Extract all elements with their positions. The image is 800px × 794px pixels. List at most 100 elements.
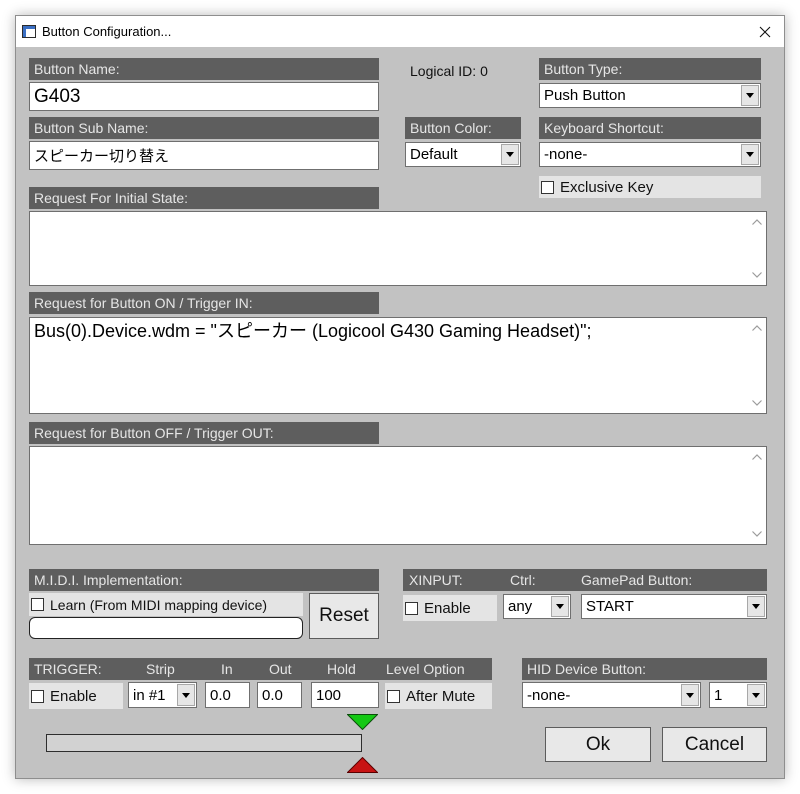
xinput-gamepad-label: GamePad Button: <box>581 572 693 588</box>
trigger-in-label: In <box>221 661 233 677</box>
chevron-down-icon <box>182 692 190 698</box>
trigger-label: TRIGGER: <box>34 661 102 677</box>
xinput-enable-label: Enable <box>424 599 471 617</box>
window-title: Button Configuration... <box>42 24 172 39</box>
logical-id-label: Logical ID: <box>410 63 477 79</box>
midi-mapping-field[interactable] <box>29 617 303 639</box>
button-sub-name-label: Button Sub Name: <box>29 117 379 139</box>
button-type-value: Push Button <box>544 87 626 104</box>
scroll-down-icon[interactable] <box>752 272 762 278</box>
scroll-up-icon[interactable] <box>752 454 762 460</box>
xinput-enable-checkbox[interactable] <box>405 601 418 615</box>
scroll-up-icon[interactable] <box>752 325 762 331</box>
xinput-ctrl-select[interactable]: any <box>503 594 571 619</box>
xinput-ctrl-dropdown-button[interactable] <box>551 596 569 617</box>
trigger-out-marker[interactable] <box>347 757 378 773</box>
trigger-out-input[interactable] <box>257 682 302 708</box>
button-color-value: Default <box>410 146 458 163</box>
request-on-textarea[interactable]: Bus(0).Device.wdm = "スピーカー (Logicool G43… <box>30 318 748 413</box>
trigger-enable-option[interactable]: Enable <box>29 683 123 709</box>
hid-device-select[interactable]: -none- <box>522 682 701 708</box>
trigger-strip-dropdown-button[interactable] <box>177 684 195 706</box>
trigger-enable-checkbox[interactable] <box>31 689 44 703</box>
request-initial-state-editor <box>29 211 767 286</box>
midi-learn-label: Learn (From MIDI mapping device) <box>50 596 268 613</box>
close-icon <box>759 26 771 37</box>
trigger-strip-label: Strip <box>146 661 175 677</box>
request-on-label: Request for Button ON / Trigger IN: <box>29 292 379 314</box>
button-configuration-dialog: Button Configuration... Button Name: Log… <box>15 15 785 779</box>
xinput-enable-option[interactable]: Enable <box>403 595 497 621</box>
chevron-down-icon <box>506 152 514 157</box>
app-icon[interactable] <box>22 25 36 38</box>
hid-device-dropdown-button[interactable] <box>681 684 699 706</box>
button-color-label: Button Color: <box>405 117 521 139</box>
midi-reset-button[interactable]: Reset <box>309 593 379 639</box>
xinput-header: XINPUT: Ctrl: GamePad Button: <box>403 569 767 591</box>
level-meter <box>46 734 362 752</box>
request-off-editor <box>29 446 767 545</box>
chevron-down-icon <box>686 692 694 698</box>
keyboard-shortcut-dropdown-button[interactable] <box>741 144 759 165</box>
logical-id-value: 0 <box>480 63 488 79</box>
trigger-strip-select[interactable]: in #1 <box>128 682 197 708</box>
hid-button-value: 1 <box>714 686 723 704</box>
chevron-down-icon <box>556 604 564 609</box>
button-name-label: Button Name: <box>29 58 379 80</box>
request-off-textarea[interactable] <box>30 447 748 544</box>
vertical-scrollbar[interactable] <box>748 318 766 413</box>
midi-learn-option[interactable]: Learn (From MIDI mapping device) <box>29 593 303 616</box>
cancel-button[interactable]: Cancel <box>662 727 767 762</box>
vertical-scrollbar[interactable] <box>748 212 766 285</box>
button-type-select[interactable]: Push Button <box>539 83 761 108</box>
vertical-scrollbar[interactable] <box>748 447 766 544</box>
trigger-in-input[interactable] <box>205 682 250 708</box>
trigger-out-label: Out <box>269 661 292 677</box>
hid-device-button-label: HID Device Button: <box>522 658 767 680</box>
keyboard-shortcut-label: Keyboard Shortcut: <box>539 117 761 139</box>
button-name-input[interactable] <box>29 82 379 111</box>
chevron-down-icon <box>752 604 760 609</box>
button-color-select[interactable]: Default <box>405 142 521 167</box>
trigger-level-option-label: Level Option <box>386 661 465 677</box>
button-type-label: Button Type: <box>539 58 761 80</box>
exclusive-key-option[interactable]: Exclusive Key <box>539 176 761 198</box>
exclusive-key-checkbox[interactable] <box>541 180 554 194</box>
trigger-hold-label: Hold <box>327 661 356 677</box>
hid-button-dropdown-button[interactable] <box>747 684 765 706</box>
after-mute-checkbox[interactable] <box>387 689 400 703</box>
trigger-header: TRIGGER: Strip In Out Hold Level Option <box>29 658 492 680</box>
exclusive-key-label: Exclusive Key <box>560 178 654 196</box>
keyboard-shortcut-select[interactable]: -none- <box>539 142 761 167</box>
midi-learn-checkbox[interactable] <box>31 598 44 611</box>
button-color-dropdown-button[interactable] <box>501 144 519 165</box>
hid-button-select[interactable]: 1 <box>709 682 767 708</box>
hid-device-value: -none- <box>527 686 571 704</box>
title-bar[interactable]: Button Configuration... <box>16 16 784 47</box>
midi-implementation-label: M.I.D.I. Implementation: <box>29 569 379 591</box>
request-off-label: Request for Button OFF / Trigger OUT: <box>29 422 379 444</box>
gamepad-button-value: START <box>586 598 634 615</box>
request-on-editor: Bus(0).Device.wdm = "スピーカー (Logicool G43… <box>29 317 767 414</box>
chevron-down-icon <box>746 152 754 157</box>
close-button[interactable] <box>746 16 784 47</box>
request-initial-state-textarea[interactable] <box>30 212 748 285</box>
trigger-enable-label: Enable <box>50 687 97 705</box>
trigger-in-marker[interactable] <box>347 714 378 730</box>
trigger-strip-value: in #1 <box>133 686 166 704</box>
button-sub-name-input[interactable] <box>29 141 379 170</box>
xinput-label: XINPUT: <box>409 572 463 588</box>
scroll-down-icon[interactable] <box>752 400 762 406</box>
request-initial-state-label: Request For Initial State: <box>29 187 379 209</box>
scroll-down-icon[interactable] <box>752 531 762 537</box>
trigger-hold-input[interactable] <box>311 682 379 708</box>
logical-id: Logical ID: 0 <box>410 63 488 79</box>
button-type-dropdown-button[interactable] <box>741 85 759 106</box>
after-mute-label: After Mute <box>406 687 476 705</box>
gamepad-button-dropdown-button[interactable] <box>747 596 765 617</box>
gamepad-button-select[interactable]: START <box>581 594 767 619</box>
xinput-ctrl-label: Ctrl: <box>510 572 536 588</box>
scroll-up-icon[interactable] <box>752 219 762 225</box>
ok-button[interactable]: Ok <box>545 727 651 762</box>
after-mute-option[interactable]: After Mute <box>385 683 492 709</box>
